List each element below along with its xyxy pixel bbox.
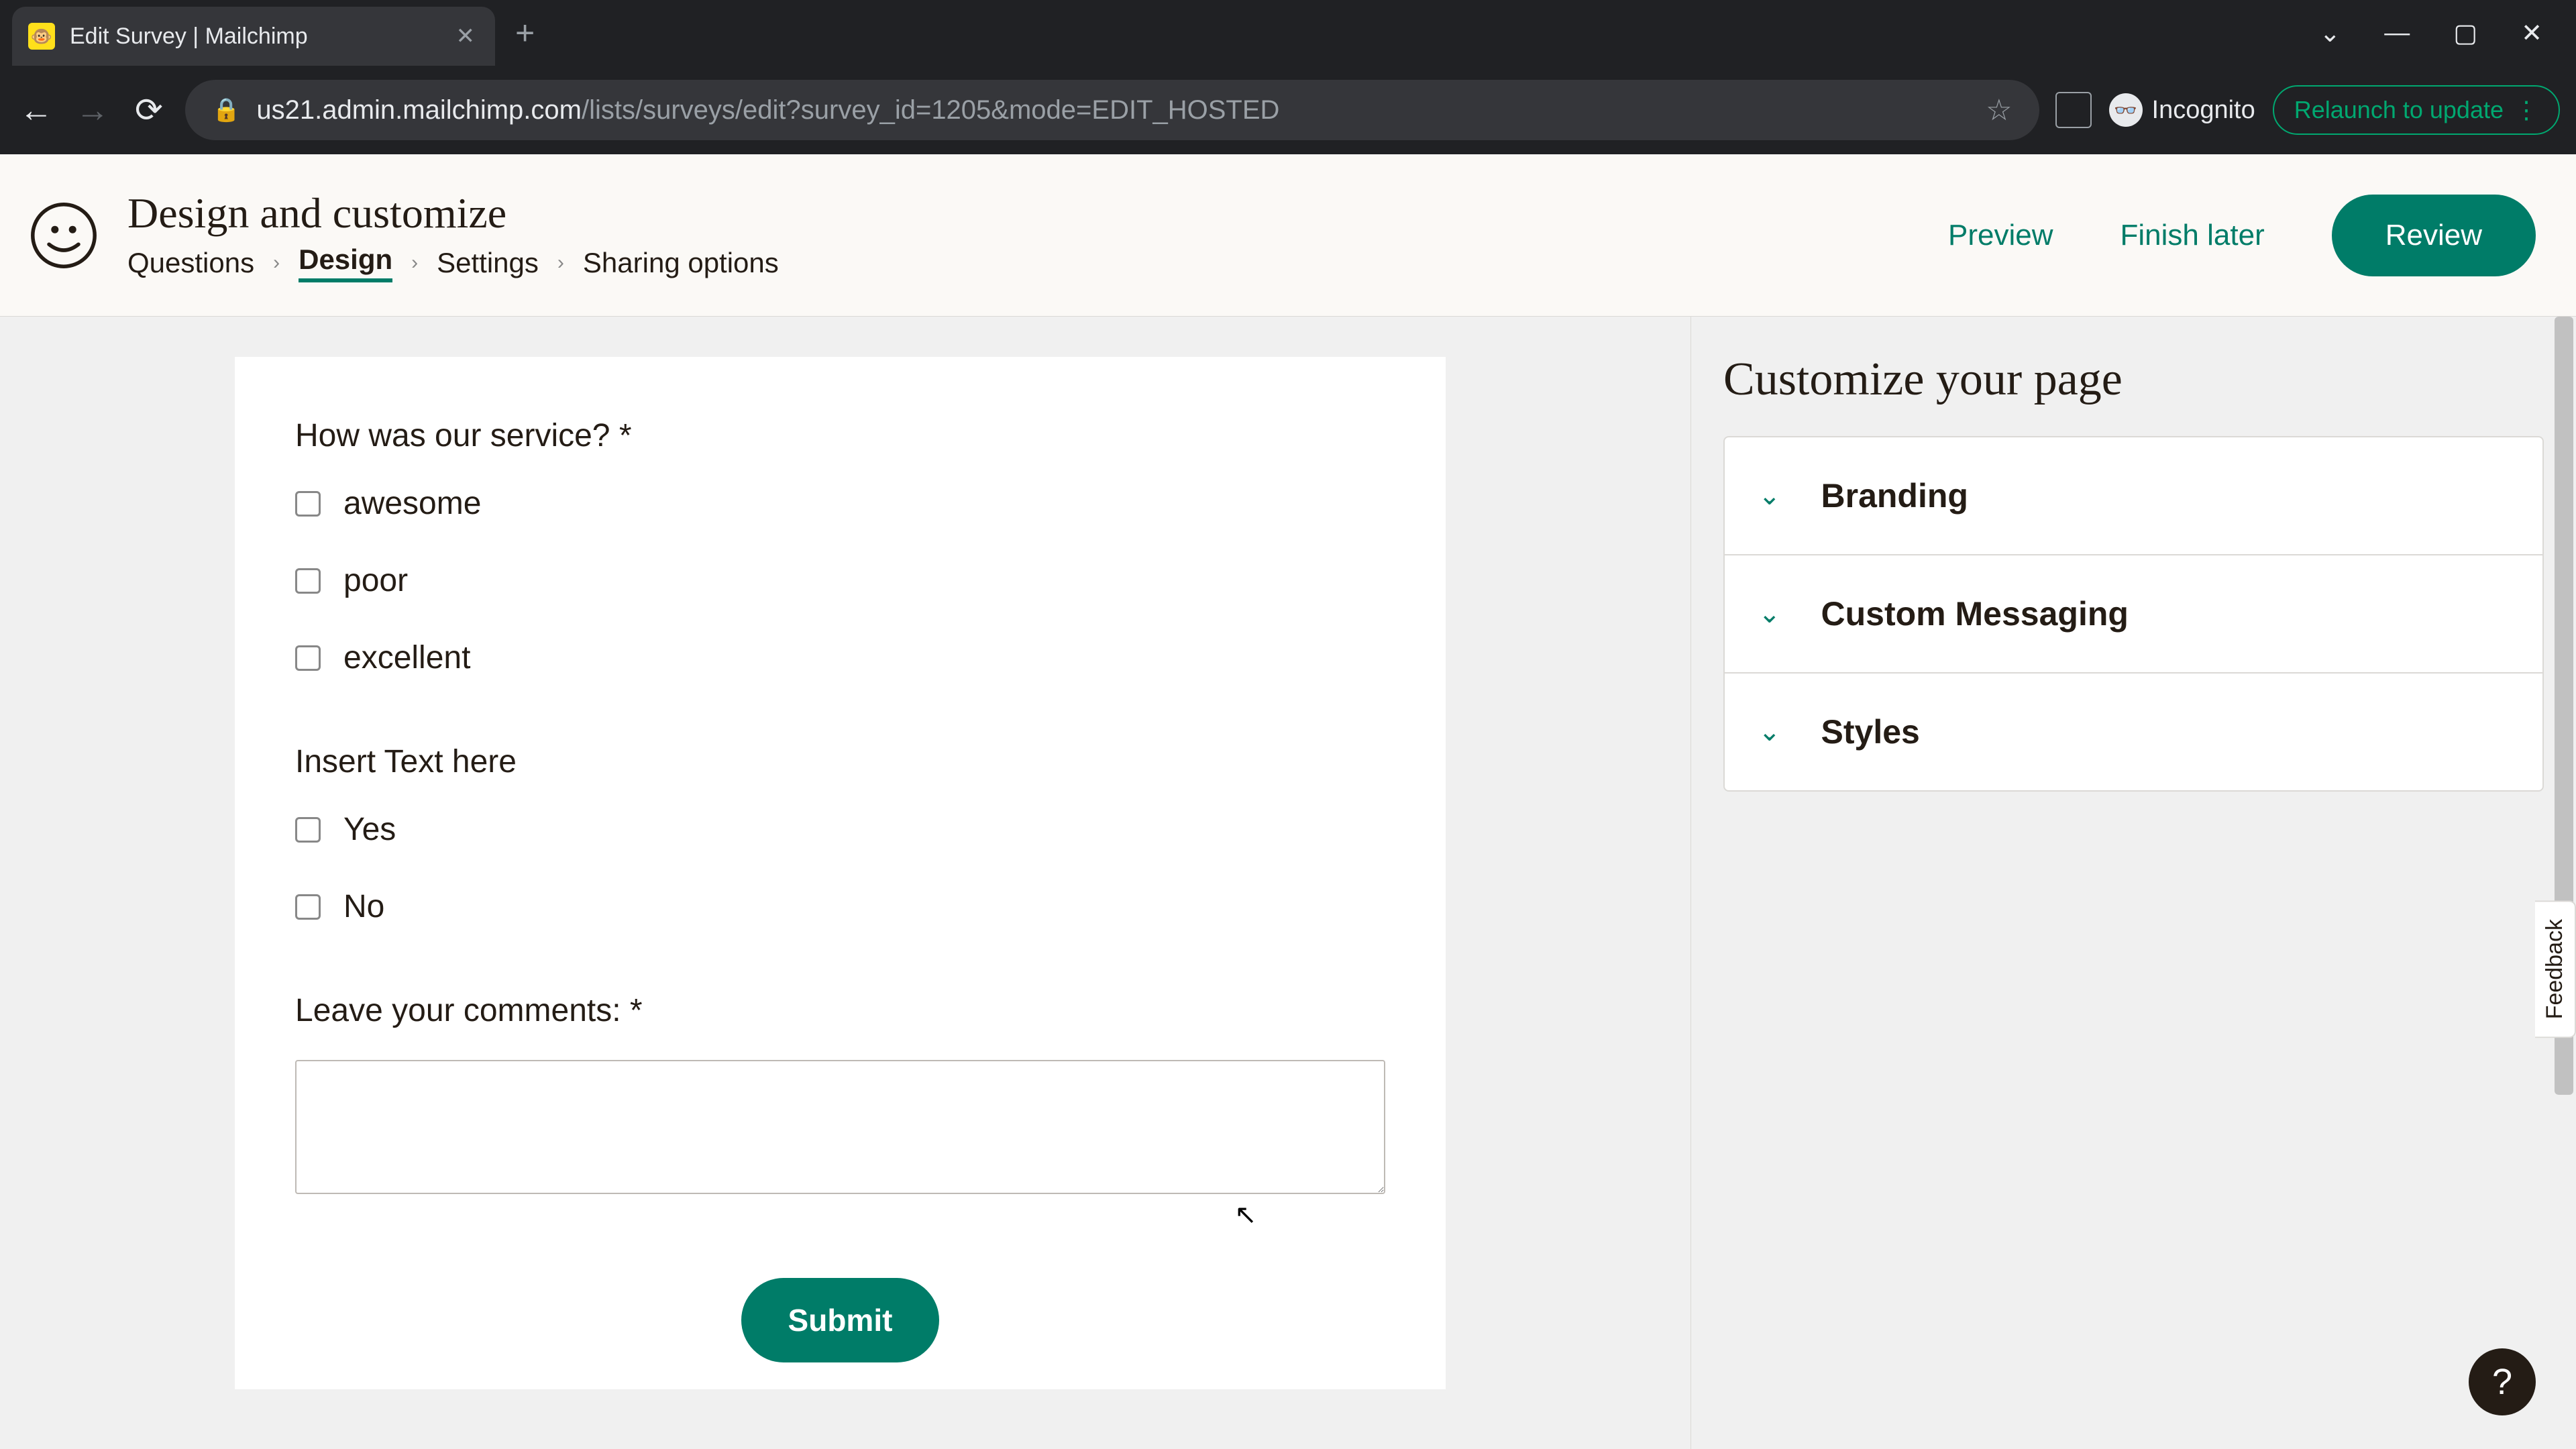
- browser-tab[interactable]: 🐵 Edit Survey | Mailchimp ✕: [12, 7, 495, 66]
- feedback-tab[interactable]: Feedback: [2535, 900, 2576, 1038]
- minimize-icon[interactable]: —: [2384, 19, 2410, 48]
- maximize-icon[interactable]: ▢: [2453, 18, 2477, 48]
- chevron-down-icon: ⌄: [1758, 598, 1781, 629]
- question-block-3[interactable]: Leave your comments: *: [295, 992, 1385, 1197]
- option-label: No: [343, 888, 384, 925]
- accordion-label: Branding: [1821, 476, 1968, 515]
- breadcrumb-design[interactable]: Design: [299, 244, 392, 282]
- customize-sidebar: Customize your page ⌄ Branding ⌄ Custom …: [1690, 317, 2576, 1449]
- incognito-icon: 👓: [2109, 93, 2143, 127]
- breadcrumb-sharing[interactable]: Sharing options: [583, 247, 779, 279]
- question-label: Leave your comments: *: [295, 992, 1385, 1029]
- forward-button[interactable]: →: [72, 91, 113, 129]
- accordion-item-branding[interactable]: ⌄ Branding: [1725, 437, 2542, 555]
- chevron-right-icon: ›: [411, 252, 418, 274]
- new-tab-button[interactable]: +: [515, 13, 535, 52]
- bookmark-star-icon[interactable]: ☆: [1986, 93, 2012, 127]
- window-controls: ⌄ — ▢ ✕: [2319, 18, 2576, 48]
- checkbox-icon[interactable]: [295, 645, 321, 671]
- help-button[interactable]: ?: [2469, 1348, 2536, 1415]
- question-block-2[interactable]: Insert Text here Yes No: [295, 743, 1385, 925]
- reload-button[interactable]: ⟳: [129, 91, 169, 129]
- chevron-right-icon: ›: [557, 252, 564, 274]
- option-row[interactable]: No: [295, 888, 1385, 925]
- accordion-label: Custom Messaging: [1821, 594, 2129, 633]
- relaunch-button[interactable]: Relaunch to update ⋮: [2273, 85, 2560, 135]
- chevron-down-icon: ⌄: [1758, 716, 1781, 747]
- breadcrumbs: Questions › Design › Settings › Sharing …: [127, 244, 1948, 282]
- scrollbar-track[interactable]: [2552, 317, 2576, 1449]
- option-label: Yes: [343, 811, 396, 848]
- accordion-label: Styles: [1821, 712, 1920, 751]
- preview-link[interactable]: Preview: [1948, 219, 2053, 252]
- url-text: us21.admin.mailchimp.com/lists/surveys/e…: [256, 95, 1970, 125]
- address-bar: ← → ⟳ 🔒 us21.admin.mailchimp.com/lists/s…: [0, 66, 2576, 154]
- review-button[interactable]: Review: [2332, 195, 2536, 276]
- accordion-item-styles[interactable]: ⌄ Styles: [1725, 674, 2542, 790]
- question-label: Insert Text here: [295, 743, 1385, 780]
- option-label: awesome: [343, 485, 481, 522]
- comments-textarea[interactable]: [295, 1060, 1385, 1194]
- incognito-badge[interactable]: 👓 Incognito: [2109, 93, 2255, 127]
- checkbox-icon[interactable]: [295, 894, 321, 920]
- option-label: poor: [343, 562, 408, 599]
- close-tab-icon[interactable]: ✕: [456, 23, 476, 50]
- extension-icon[interactable]: [2055, 92, 2092, 128]
- survey-preview: How was our service? * awesome poor exce…: [0, 317, 1690, 1449]
- question-block-1[interactable]: How was our service? * awesome poor exce…: [295, 417, 1385, 676]
- sidebar-title: Customize your page: [1723, 353, 2544, 407]
- finish-later-link[interactable]: Finish later: [2121, 219, 2265, 252]
- relaunch-menu-icon[interactable]: ⋮: [2514, 96, 2538, 124]
- accordion-item-messaging[interactable]: ⌄ Custom Messaging: [1725, 555, 2542, 674]
- tab-title: Edit Survey | Mailchimp: [70, 23, 441, 50]
- submit-button[interactable]: Submit: [741, 1278, 940, 1362]
- app-header: Design and customize Questions › Design …: [0, 154, 2576, 317]
- breadcrumb-settings[interactable]: Settings: [437, 247, 539, 279]
- chevron-right-icon: ›: [273, 252, 280, 274]
- mailchimp-favicon: 🐵: [28, 23, 55, 50]
- option-label: excellent: [343, 639, 470, 676]
- browser-tab-bar: 🐵 Edit Survey | Mailchimp ✕ + ⌄ — ▢ ✕: [0, 0, 2576, 66]
- option-row[interactable]: Yes: [295, 811, 1385, 848]
- url-bar[interactable]: 🔒 us21.admin.mailchimp.com/lists/surveys…: [185, 80, 2039, 140]
- lock-icon: 🔒: [212, 97, 240, 123]
- accordion: ⌄ Branding ⌄ Custom Messaging ⌄ Styles: [1723, 436, 2544, 792]
- option-row[interactable]: awesome: [295, 485, 1385, 522]
- tab-list-icon[interactable]: ⌄: [2319, 18, 2341, 48]
- page-title: Design and customize: [127, 189, 1948, 238]
- option-row[interactable]: poor: [295, 562, 1385, 599]
- close-window-icon[interactable]: ✕: [2521, 18, 2542, 48]
- breadcrumb-questions[interactable]: Questions: [127, 247, 254, 279]
- chevron-down-icon: ⌄: [1758, 480, 1781, 511]
- question-label: How was our service? *: [295, 417, 1385, 454]
- checkbox-icon[interactable]: [295, 568, 321, 594]
- checkbox-icon[interactable]: [295, 491, 321, 517]
- back-button[interactable]: ←: [16, 91, 56, 129]
- checkbox-icon[interactable]: [295, 817, 321, 843]
- option-row[interactable]: excellent: [295, 639, 1385, 676]
- mailchimp-logo[interactable]: [27, 199, 101, 272]
